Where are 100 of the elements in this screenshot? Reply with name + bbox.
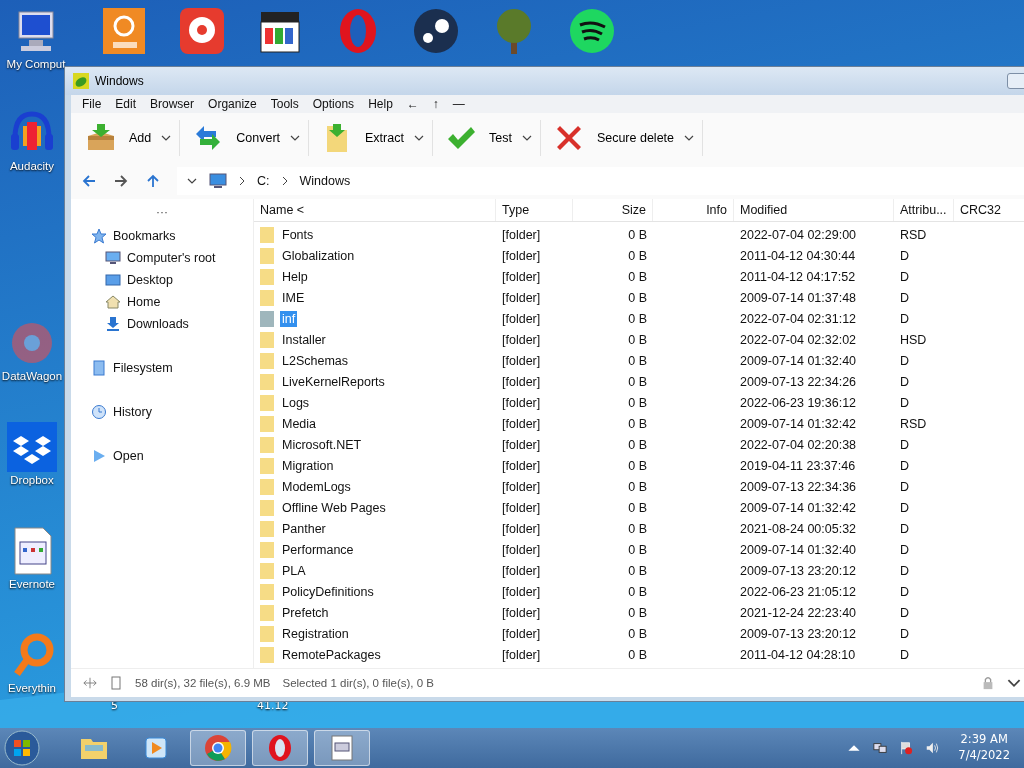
file-name[interactable]: IME <box>280 289 307 306</box>
table-cell-text: [folder] <box>501 479 542 494</box>
menu-item[interactable]: Edit <box>108 97 144 111</box>
address-bar[interactable]: C: Windows <box>177 167 1024 195</box>
file-name[interactable]: Fonts <box>280 226 316 243</box>
sidebar-item[interactable]: Downloads <box>71 313 253 335</box>
file-name[interactable]: LiveKernelReports <box>280 373 387 390</box>
file-name[interactable]: RemotePackages <box>280 646 383 663</box>
menu-item[interactable]: — <box>445 97 472 111</box>
caret-icon[interactable] <box>161 135 172 141</box>
file-name[interactable]: PLA <box>280 562 308 579</box>
table-cell-text: 0 B <box>627 332 648 347</box>
file-name[interactable]: Media <box>280 415 319 432</box>
table-cell-text: [folder] <box>501 437 542 452</box>
column-header[interactable]: Attribu... <box>894 199 954 221</box>
table-cell-text: D <box>899 248 911 263</box>
sidebar-item[interactable]: Bookmarks <box>71 225 253 247</box>
table-cell-text: D <box>899 521 911 536</box>
up-arrow-icon[interactable] <box>145 173 161 189</box>
menu-item[interactable]: ← <box>399 97 426 111</box>
file-name[interactable]: Help <box>280 268 310 285</box>
table-cell-text: 0 B <box>627 584 648 599</box>
file-name[interactable]: L2Schemas <box>280 352 350 369</box>
table-cell-text: [folder] <box>501 269 542 284</box>
table-cell-text: 0 B <box>627 521 648 536</box>
file-name[interactable]: Migration <box>280 457 336 474</box>
sidebar-item[interactable]: Computer's root <box>71 247 253 269</box>
menu-item[interactable]: Help <box>361 97 400 111</box>
table-cell-text: 0 B <box>627 605 648 620</box>
file-name[interactable]: Performance <box>280 541 356 558</box>
table-cell-text: 0 B <box>627 269 648 284</box>
file-name[interactable]: Globalization <box>280 247 357 264</box>
caret-icon[interactable] <box>413 135 424 141</box>
menu-item[interactable]: File <box>75 97 109 111</box>
sidebar-item[interactable]: Home <box>71 291 253 313</box>
file-name[interactable]: ModemLogs <box>280 478 353 495</box>
menu-item[interactable]: Organize <box>201 97 264 111</box>
lock-icon[interactable] <box>981 676 995 690</box>
breadcrumb[interactable]: Windows <box>299 174 351 188</box>
icon-label: Evernote <box>9 578 55 590</box>
toolbar-button[interactable]: Extract <box>315 118 410 158</box>
caret-icon[interactable] <box>290 135 301 141</box>
sidebar-item[interactable]: Open <box>71 445 253 467</box>
network-icon[interactable] <box>873 741 888 755</box>
resize-arrows-icon[interactable] <box>83 676 97 690</box>
toolbar-button[interactable]: Test <box>438 118 518 158</box>
caret-icon[interactable] <box>187 178 197 184</box>
forward-arrow-icon[interactable] <box>113 173 129 189</box>
breadcrumb[interactable]: C: <box>257 174 270 188</box>
taskbar-button[interactable] <box>314 730 370 766</box>
file-name[interactable]: Panther <box>280 520 328 537</box>
column-header[interactable]: Type <box>496 199 573 221</box>
table-cell-text: 0 B <box>627 563 648 578</box>
table-cell-text: 0 B <box>627 542 648 557</box>
file-name[interactable]: Registration <box>280 625 351 642</box>
table-cell-text: D <box>899 626 911 641</box>
table-cell-text: 2022-06-23 21:05:12 <box>739 584 858 599</box>
taskbar-button[interactable] <box>190 730 246 766</box>
toolbar-button[interactable]: Convert <box>186 118 287 158</box>
file-name[interactable]: Offline Web Pages <box>280 499 388 516</box>
caret-icon[interactable] <box>521 135 532 141</box>
download-icon <box>105 316 121 332</box>
more-button[interactable]: ··· <box>156 205 168 219</box>
table-cell-text: [folder] <box>501 227 542 242</box>
column-header[interactable]: Name < <box>254 199 496 221</box>
clock-date[interactable]: 7/4/2022 <box>958 748 1010 764</box>
table-cell-text: [folder] <box>501 311 542 326</box>
toolbar-button[interactable]: Secure delete <box>546 118 680 158</box>
menu-item[interactable]: Tools <box>263 97 306 111</box>
column-header[interactable]: Size <box>573 199 653 221</box>
menu-item[interactable]: Browser <box>143 97 202 111</box>
file-name[interactable]: Prefetch <box>280 604 331 621</box>
file-name[interactable]: PolicyDefinitions <box>280 583 376 600</box>
start-button[interactable] <box>2 728 42 768</box>
flag-icon[interactable] <box>899 741 914 755</box>
table-cell-text: D <box>899 479 911 494</box>
table-cell-text: [folder] <box>501 353 542 368</box>
table-cell-text: D <box>899 311 911 326</box>
table-cell-text: [folder] <box>501 563 542 578</box>
clock-time[interactable]: 2:39 AM <box>960 732 1008 748</box>
table-cell-text: [folder] <box>501 290 542 305</box>
speaker-icon[interactable] <box>925 741 940 755</box>
sidebar-item[interactable]: History <box>71 401 253 423</box>
file-name[interactable]: Microsoft.NET <box>280 436 364 453</box>
sidebar-item[interactable]: Desktop <box>71 269 253 291</box>
column-header[interactable]: CRC32 <box>954 199 1024 221</box>
menu-item[interactable]: ↑ <box>425 97 446 111</box>
menu-item[interactable]: Options <box>305 97 362 111</box>
table-cell-text: HSD <box>899 332 928 347</box>
sidebar-item[interactable]: Filesystem <box>71 357 253 379</box>
file-name[interactable]: Installer <box>280 331 328 348</box>
column-header[interactable]: Info <box>653 199 734 221</box>
monitor-icon[interactable] <box>209 173 227 189</box>
back-arrow-icon[interactable] <box>81 173 97 189</box>
file-name[interactable]: Logs <box>280 394 312 411</box>
taskbar-button[interactable] <box>252 730 308 766</box>
table-cell-text: 2022-07-04 02:31:12 <box>739 311 858 326</box>
column-header[interactable]: Modified <box>734 199 894 221</box>
toolbar-button[interactable]: Add <box>79 118 158 158</box>
caret-icon[interactable] <box>684 135 694 141</box>
